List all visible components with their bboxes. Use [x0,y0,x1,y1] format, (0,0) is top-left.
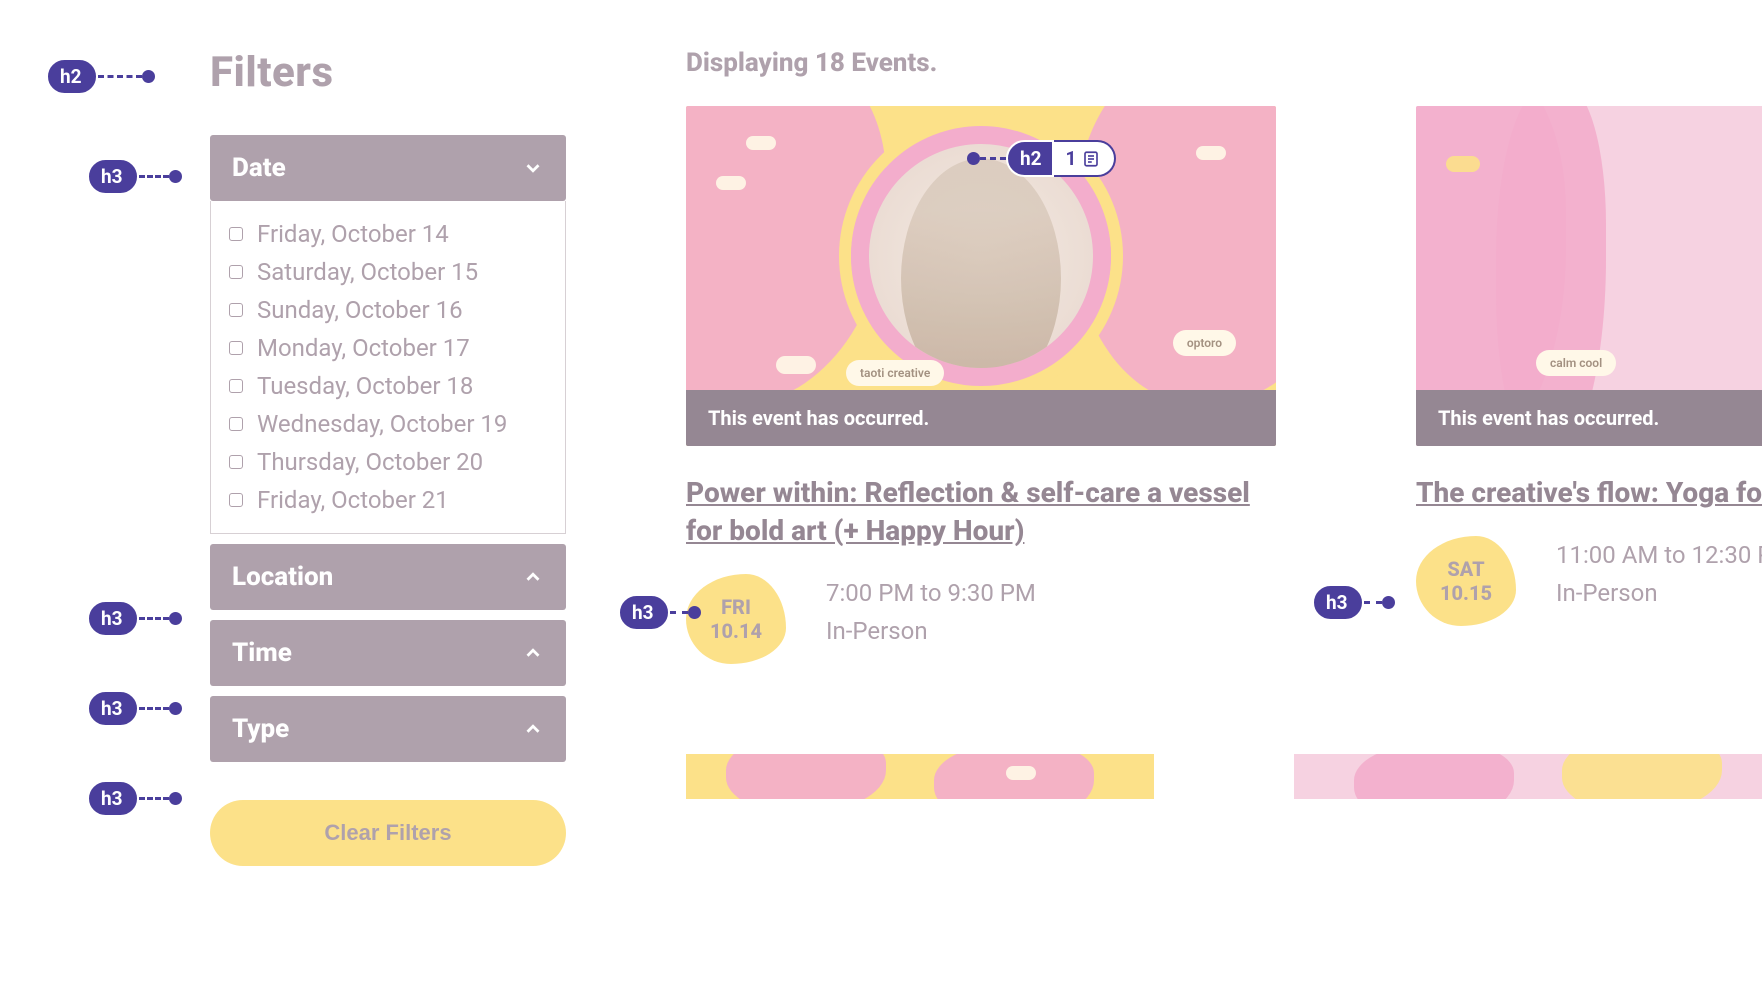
event-thumbnail[interactable]: taoti creative optoro This event has occ… [686,106,1276,446]
event-meta: FRI 10.14 7:00 PM to 9:30 PM In-Person [686,574,1276,664]
checkbox-icon[interactable] [229,455,243,469]
filter-header-location[interactable]: Location [210,544,566,610]
filter-section-location: Location [210,544,566,610]
filter-section-type: Type [210,696,566,762]
date-blob: FRI 10.14 [686,574,786,664]
filters-sidebar: Filters Date Friday, October 14 Saturday… [210,48,566,866]
event-meta: SAT 10.15 11:00 AM to 12:30 PM In-Person [1416,536,1762,626]
events-row: taoti creative optoro This event has occ… [686,106,1762,664]
event-mode: In-Person [1556,574,1762,612]
decorative-shape [1562,754,1722,799]
filters-title: Filters [210,48,566,97]
checkbox-icon[interactable] [229,417,243,431]
sponsor-badge: calm cool [1536,350,1616,376]
chevron-up-icon [522,718,544,740]
filter-section-time: Time [210,620,566,686]
decorative-shape [716,176,746,190]
clear-filters-button[interactable]: Clear Filters [210,800,566,866]
chevron-down-icon [522,157,544,179]
decorative-shape [726,754,886,799]
event-occurred-banner: This event has occurred. [1416,390,1762,446]
event-thumbnail[interactable] [686,754,1154,799]
event-day: FRI [721,595,751,619]
filter-body-date: Friday, October 14 Saturday, October 15 … [210,201,566,534]
event-mode: In-Person [826,612,1036,650]
chevron-up-icon [522,566,544,588]
filter-option[interactable]: Tuesday, October 18 [229,367,547,405]
sponsor-badge: taoti creative [846,360,944,386]
filter-label-time: Time [232,638,292,668]
event-date: 10.15 [1440,581,1492,605]
checkbox-icon[interactable] [229,341,243,355]
date-blob: SAT 10.15 [1416,536,1516,626]
sponsor-badge: optoro [1173,330,1236,356]
decorative-shape [1446,156,1480,172]
filter-header-date[interactable]: Date [210,135,566,201]
event-meta-text: 7:00 PM to 9:30 PM In-Person [826,574,1036,651]
filter-option[interactable]: Wednesday, October 19 [229,405,547,443]
event-card: calm cool This event has occurred. The c… [1416,106,1762,664]
chevron-up-icon [522,642,544,664]
filter-option[interactable]: Sunday, October 16 [229,291,547,329]
decorative-shape [1006,766,1036,780]
event-thumbnail[interactable]: calm cool This event has occurred. [1416,106,1762,446]
event-time: 7:00 PM to 9:30 PM [826,574,1036,612]
results-main: Displaying 18 Events. taoti creative [686,48,1762,866]
event-thumbnail[interactable] [1294,754,1762,799]
event-card: taoti creative optoro This event has occ… [686,106,1276,664]
event-title-link[interactable]: The creative's flow: Yoga for renewal [1416,474,1762,512]
filter-option[interactable]: Friday, October 14 [229,215,547,253]
filter-label-date: Date [232,153,286,183]
checkbox-icon[interactable] [229,493,243,507]
event-title-link[interactable]: Power within: Reflection & self-care a v… [686,474,1276,550]
filter-header-type[interactable]: Type [210,696,566,762]
decorative-shape [1196,146,1226,160]
person-silhouette [869,144,1093,368]
results-header: Displaying 18 Events. [686,48,1762,78]
events-row [686,754,1762,799]
filter-label-type: Type [232,714,289,744]
checkbox-icon[interactable] [229,265,243,279]
filter-header-time[interactable]: Time [210,620,566,686]
checkbox-icon[interactable] [229,227,243,241]
person-photo [851,126,1111,386]
filter-option[interactable]: Monday, October 17 [229,329,547,367]
decorative-shape [746,136,776,150]
decorative-shape [776,356,816,374]
decorative-shape [1354,754,1514,799]
event-date: 10.14 [710,619,762,643]
filter-section-date: Date Friday, October 14 Saturday, Octobe… [210,135,566,534]
event-time: 11:00 AM to 12:30 PM [1556,536,1762,574]
filter-option[interactable]: Thursday, October 20 [229,443,547,481]
event-meta-text: 11:00 AM to 12:30 PM In-Person [1556,536,1762,613]
filter-option[interactable]: Saturday, October 15 [229,253,547,291]
event-occurred-banner: This event has occurred. [686,390,1276,446]
checkbox-icon[interactable] [229,303,243,317]
filter-option[interactable]: Friday, October 21 [229,481,547,519]
results-count: Displaying 18 Events. [686,48,937,78]
filter-label-location: Location [232,562,333,592]
event-day: SAT [1447,557,1484,581]
checkbox-icon[interactable] [229,379,243,393]
